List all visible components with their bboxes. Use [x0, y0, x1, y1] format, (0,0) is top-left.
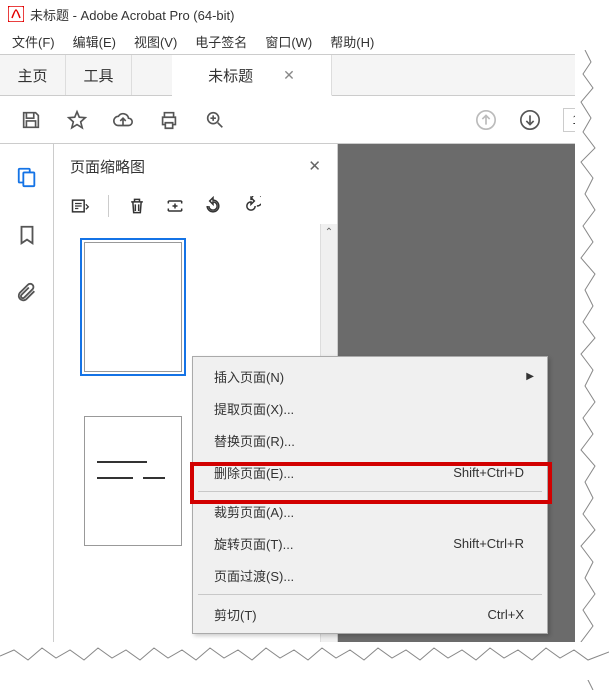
window-title: 未标题 - Adobe Acrobat Pro (64-bit)	[30, 5, 234, 24]
menu-rotate-page[interactable]: 旋转页面(T)... Shift+Ctrl+R	[196, 527, 544, 559]
left-rail	[0, 144, 54, 674]
menu-item-label: 提取页面(X)...	[214, 399, 294, 418]
page-number-field[interactable]: 1	[563, 108, 589, 132]
menu-page-transition[interactable]: 页面过渡(S)...	[196, 559, 544, 591]
menu-edit[interactable]: 编辑(E)	[65, 30, 124, 53]
tab-home-label: 主页	[17, 65, 47, 86]
menu-shortcut: Ctrl+X	[488, 607, 524, 622]
page-thumbnail[interactable]	[84, 416, 182, 546]
menu-separator	[198, 491, 542, 492]
submenu-arrow-icon: ▶	[526, 371, 534, 382]
attachment-icon[interactable]	[16, 282, 38, 304]
tab-tools[interactable]: 工具	[66, 55, 132, 95]
menu-help[interactable]: 帮助(H)	[322, 30, 382, 53]
menu-item-label: 剪切(T)	[214, 605, 257, 624]
menu-crop-page[interactable]: 裁剪页面(A)...	[196, 495, 544, 527]
menu-delete-page[interactable]: 删除页面(E)... Shift+Ctrl+D	[196, 456, 544, 488]
titlebar: 未标题 - Adobe Acrobat Pro (64-bit)	[0, 0, 609, 28]
tab-document-label: 未标题	[208, 65, 253, 86]
cloud-upload-icon[interactable]	[112, 109, 134, 131]
tabbar: 主页 工具 未标题 ✕	[0, 54, 609, 96]
toolbar-right: 1	[475, 108, 589, 132]
page-thumbnail[interactable]	[84, 242, 182, 372]
scroll-up-icon[interactable]: ⌃	[321, 224, 337, 241]
thumbnails-icon[interactable]	[16, 166, 38, 188]
menu-item-label: 页面过渡(S)...	[214, 566, 294, 585]
menubar: 文件(F) 编辑(E) 视图(V) 电子签名 窗口(W) 帮助(H)	[0, 28, 609, 54]
context-menu: 插入页面(N) ▶ 提取页面(X)... 替换页面(R)... 删除页面(E).…	[192, 356, 548, 634]
toolbar: 1	[0, 96, 609, 144]
close-icon[interactable]: ✕	[308, 157, 321, 175]
search-icon[interactable]	[204, 109, 226, 131]
rotate-ccw-icon[interactable]	[203, 196, 223, 216]
trash-icon[interactable]	[127, 196, 147, 216]
tab-home[interactable]: 主页	[0, 55, 66, 95]
panel-header: 页面缩略图 ✕	[54, 144, 337, 188]
options-icon[interactable]	[70, 196, 90, 216]
menu-item-label: 插入页面(N)	[214, 367, 284, 386]
menu-extract-page[interactable]: 提取页面(X)...	[196, 392, 544, 424]
save-icon[interactable]	[20, 109, 42, 131]
bookmark-icon[interactable]	[16, 224, 38, 246]
panel-toolbar	[54, 188, 337, 224]
tab-tools-label: 工具	[83, 65, 113, 86]
tab-document[interactable]: 未标题 ✕	[172, 55, 332, 96]
menu-view[interactable]: 视图(V)	[126, 30, 185, 53]
menu-item-label: 旋转页面(T)...	[214, 534, 293, 553]
menu-cut[interactable]: 剪切(T) Ctrl+X	[196, 598, 544, 630]
menu-insert-page[interactable]: 插入页面(N) ▶	[196, 360, 544, 392]
star-icon[interactable]	[66, 109, 88, 131]
page-up-icon[interactable]	[475, 109, 497, 131]
menu-esign[interactable]: 电子签名	[187, 30, 255, 53]
panel-title: 页面缩略图	[70, 156, 145, 177]
menu-replace-page[interactable]: 替换页面(R)...	[196, 424, 544, 456]
menu-shortcut: Shift+Ctrl+R	[453, 536, 524, 551]
insert-icon[interactable]	[165, 196, 185, 216]
menu-separator	[198, 594, 542, 595]
menu-item-label: 删除页面(E)...	[214, 463, 294, 482]
menu-item-label: 裁剪页面(A)...	[214, 502, 294, 521]
menu-item-label: 替换页面(R)...	[214, 431, 295, 450]
page-down-icon[interactable]	[519, 109, 541, 131]
acrobat-app-icon	[8, 6, 24, 22]
close-icon[interactable]: ✕	[283, 67, 295, 84]
menu-file[interactable]: 文件(F)	[4, 30, 63, 53]
print-icon[interactable]	[158, 109, 180, 131]
menu-window[interactable]: 窗口(W)	[257, 30, 320, 53]
menu-shortcut: Shift+Ctrl+D	[453, 465, 524, 480]
rotate-cw-icon[interactable]	[241, 196, 261, 216]
